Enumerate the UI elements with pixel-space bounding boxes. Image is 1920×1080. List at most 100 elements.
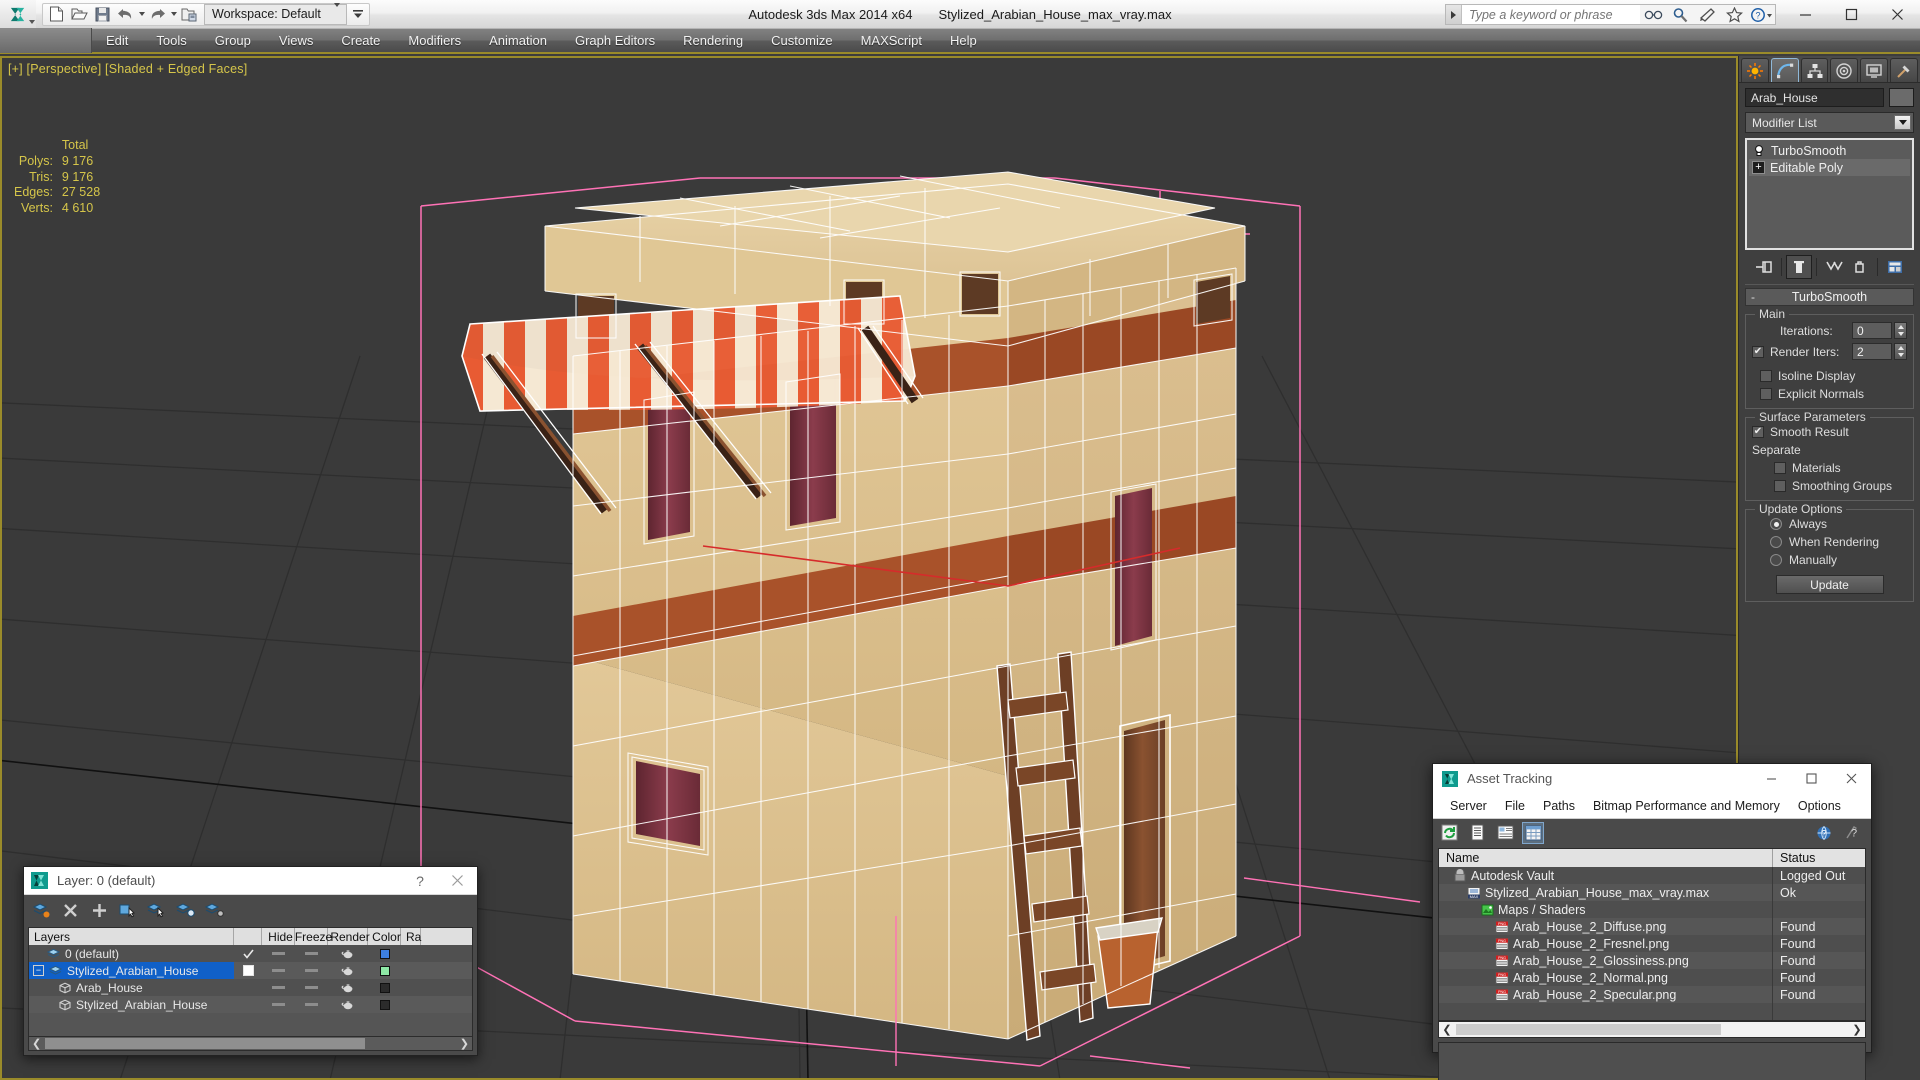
redo-dropdown-caret-icon[interactable] (169, 4, 178, 25)
pin-stack-icon[interactable] (1751, 255, 1777, 279)
layer-hide-toggle[interactable] (262, 969, 295, 972)
refresh-icon[interactable] (1438, 822, 1460, 844)
list-view-icon[interactable] (1466, 822, 1488, 844)
menu-item-modifiers[interactable]: Modifiers (394, 28, 475, 53)
menu-item-file[interactable]: File (1496, 793, 1534, 819)
layer-hide-toggle[interactable] (262, 952, 295, 955)
layer-active-check[interactable] (234, 949, 262, 959)
layer-hide-toggle[interactable] (262, 986, 295, 989)
asset-maximize-button[interactable] (1791, 764, 1831, 793)
help-globe-icon[interactable]: ? (1813, 822, 1835, 844)
add-to-layer-icon[interactable] (89, 900, 109, 920)
menu-item-options[interactable]: Options (1789, 793, 1850, 819)
display-tab[interactable] (1860, 58, 1889, 82)
delete-layer-icon[interactable] (60, 900, 80, 920)
modifier-stack-item-turbosmooth[interactable]: TurboSmooth (1749, 142, 1910, 159)
asset-close-button[interactable] (1831, 764, 1871, 793)
communication-center-icon[interactable] (1694, 4, 1721, 25)
menu-item-help[interactable]: Help (936, 28, 991, 53)
render-iters-field[interactable]: 2 (1852, 343, 1892, 360)
search-input[interactable] (1462, 5, 1640, 24)
table-row[interactable]: PNG Arab_House_2_Diffuse.png Found (1439, 918, 1865, 935)
menu-item-create[interactable]: Create (327, 28, 394, 53)
grid-view-icon[interactable] (1522, 821, 1544, 844)
table-row[interactable]: Maps / Shaders (1439, 901, 1865, 918)
new-file-icon[interactable] (45, 4, 68, 25)
layer-hide-toggle[interactable] (262, 1003, 295, 1006)
set-project-folder-icon[interactable] (178, 4, 201, 25)
close-window-button[interactable] (1874, 0, 1920, 29)
scroll-thumb[interactable] (1456, 1024, 1721, 1035)
scroll-left-icon[interactable]: ❮ (32, 1037, 41, 1050)
table-row[interactable]: 0 (default) (29, 945, 472, 962)
scroll-right-icon[interactable]: ❯ (460, 1037, 469, 1050)
layer-color-swatch[interactable] (368, 982, 401, 993)
explicit-normals-checkbox[interactable] (1760, 388, 1772, 400)
menu-item-rendering[interactable]: Rendering (669, 28, 757, 53)
layer-render-toggle[interactable] (328, 1000, 368, 1010)
smoothing-groups-checkbox[interactable] (1774, 480, 1786, 492)
undo-dropdown-caret-icon[interactable] (137, 4, 146, 25)
scroll-left-icon[interactable]: ❮ (1439, 1023, 1455, 1036)
highlight-selected-objects-icon[interactable] (147, 900, 167, 920)
table-row[interactable]: Stylized_Arabian_House (29, 996, 472, 1013)
table-row[interactable]: PNG Arab_House_2_Fresnel.png Found (1439, 935, 1865, 952)
favorites-icon[interactable] (1721, 4, 1748, 25)
menu-item-paths[interactable]: Paths (1534, 793, 1584, 819)
workspace-selector[interactable]: Workspace: Default (204, 3, 347, 25)
layer-dialog-help-button[interactable]: ? (403, 867, 437, 895)
create-tab[interactable] (1741, 58, 1769, 82)
menu-item-tools[interactable]: Tools (142, 28, 200, 53)
menu-item-views[interactable]: Views (265, 28, 327, 53)
menu-item-customize[interactable]: Customize (757, 28, 846, 53)
modifier-list-dropdown[interactable]: Modifier List (1745, 112, 1914, 133)
object-color-swatch[interactable] (1889, 88, 1914, 107)
table-row[interactable]: PNG Arab_House_2_Glossiness.png Found (1439, 952, 1865, 969)
help-icon[interactable]: ? (1748, 4, 1775, 25)
layer-active-check[interactable] (234, 965, 262, 976)
scroll-thumb[interactable] (45, 1038, 365, 1049)
menu-item-server[interactable]: Server (1441, 793, 1496, 819)
search-icon[interactable] (1640, 4, 1667, 25)
modifier-stack[interactable]: TurboSmooth + Editable Poly (1745, 138, 1914, 250)
iterations-field[interactable]: 0 (1852, 322, 1892, 339)
asset-list-horizontal-scrollbar[interactable]: ❮ ❯ (1438, 1021, 1866, 1038)
table-row[interactable]: MAX Stylized_Arabian_House_max_vray.max … (1439, 884, 1865, 901)
menu-item-maxscript[interactable]: MAXScript (847, 28, 936, 53)
details-view-icon[interactable] (1494, 822, 1516, 844)
configure-modifier-sets-icon[interactable] (1882, 255, 1908, 279)
layer-dialog-close-button[interactable] (437, 867, 477, 895)
make-unique-icon[interactable] (1821, 255, 1847, 279)
asset-minimize-button[interactable] (1751, 764, 1791, 793)
layer-color-swatch[interactable] (368, 965, 401, 976)
select-objects-in-layer-icon[interactable] (118, 900, 138, 920)
create-new-layer-icon[interactable] (31, 900, 51, 920)
layer-freeze-toggle[interactable] (295, 1003, 328, 1006)
plus-expand-icon[interactable]: + (1752, 161, 1765, 174)
layer-freeze-toggle[interactable] (295, 952, 328, 955)
table-row[interactable]: − Stylized_Arabian_House (29, 962, 472, 979)
menu-item-edit[interactable]: Edit (92, 28, 142, 53)
subscription-center-icon[interactable] (1667, 4, 1694, 25)
update-button[interactable]: Update (1775, 575, 1884, 594)
layer-list[interactable]: Layers Hide Freeze Render Color Ra 0 (de… (28, 927, 473, 1037)
minimize-window-button[interactable] (1782, 0, 1828, 29)
infocenter-expand-icon[interactable] (1446, 5, 1462, 24)
smooth-result-checkbox[interactable] (1752, 426, 1764, 438)
viewport-label[interactable]: [+] [Perspective] [Shaded + Edged Faces] (8, 62, 247, 76)
menu-item-animation[interactable]: Animation (475, 28, 561, 53)
render-iters-spinner[interactable] (1894, 343, 1907, 360)
modifier-stack-item-editable-poly[interactable]: + Editable Poly (1749, 159, 1910, 176)
layer-dialog-title-bar[interactable]: Layer: 0 (default) ? (24, 867, 477, 895)
maximize-window-button[interactable] (1828, 0, 1874, 29)
always-radio[interactable] (1770, 518, 1782, 530)
hide-unhide-layer-icon[interactable] (176, 900, 196, 920)
layer-render-toggle[interactable] (328, 966, 368, 976)
table-row[interactable] (1439, 1003, 1865, 1020)
scroll-right-icon[interactable]: ❯ (1849, 1023, 1865, 1036)
expand-collapse-icon[interactable]: − (33, 965, 44, 976)
asset-list[interactable]: Name Status Autodesk Vault Logged Out MA… (1438, 848, 1866, 1021)
layer-properties-icon[interactable] (205, 900, 225, 920)
table-row[interactable]: Arab_House (29, 979, 472, 996)
materials-checkbox[interactable] (1774, 462, 1786, 474)
